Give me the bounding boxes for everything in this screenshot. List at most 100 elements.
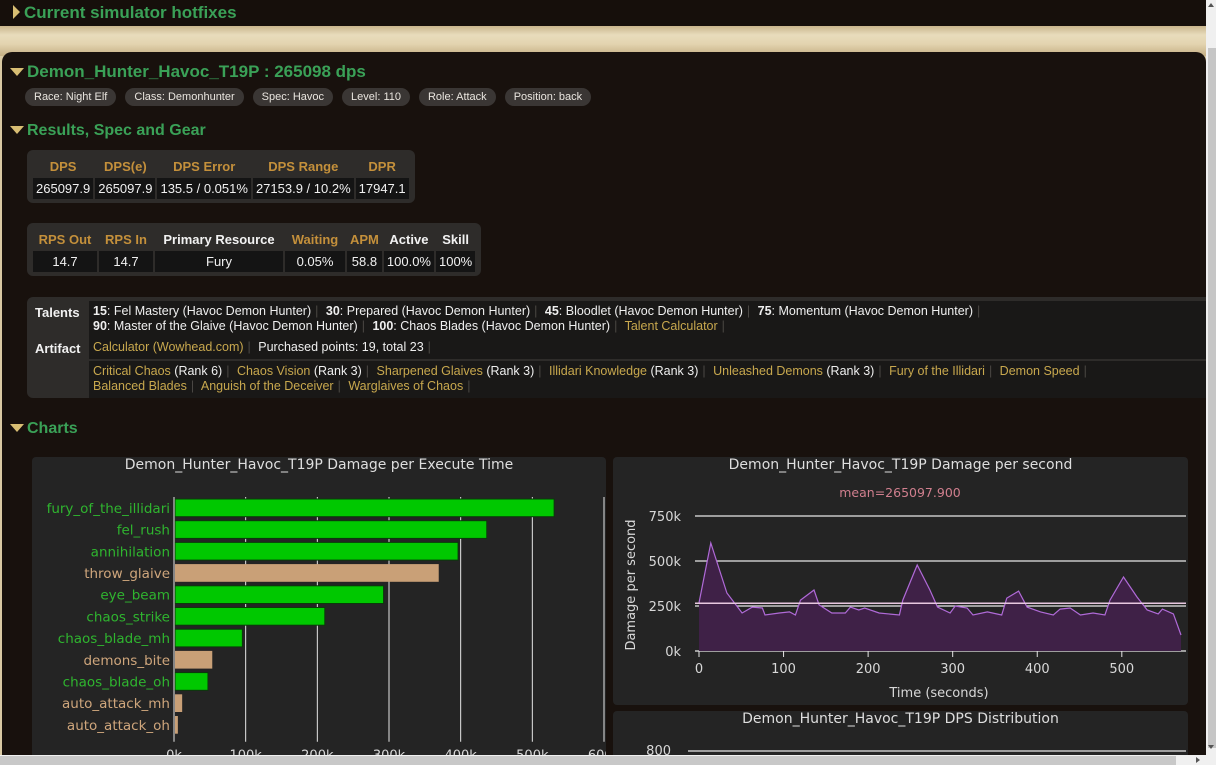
dps-distribution-panel: Demon_Hunter_Havoc_T19P DPS Distribution… — [613, 711, 1188, 755]
value-dpr: 17947.1 — [355, 178, 409, 199]
talent-calculator-link[interactable]: Talent Calculator — [625, 319, 718, 333]
header-dps-error: DPS Error — [173, 159, 236, 174]
artifact-trait[interactable]: Chaos Vision (Rank 3) — [237, 364, 362, 378]
bar — [175, 694, 183, 712]
horizontal-scrollbar-thumb[interactable] — [0, 756, 1176, 765]
bar — [175, 564, 439, 582]
bar — [175, 716, 178, 734]
header-apm: APM — [350, 232, 379, 247]
results-title: Results, Spec and Gear — [27, 122, 206, 139]
bar — [174, 541, 459, 561]
talent-item: 30: Prepared (Havoc Demon Hunter) — [325, 304, 531, 318]
hotfixes-section: Current simulator hotfixes — [0, 0, 1206, 27]
value-skill: 100% — [435, 251, 476, 272]
charts-title: Charts — [27, 420, 78, 437]
results-toggle[interactable]: Results, Spec and Gear — [10, 122, 206, 140]
artifact-trait[interactable]: Unleashed Demons (Rank 3) — [713, 364, 874, 378]
vertical-scrollbar-thumb[interactable] — [1208, 48, 1216, 748]
value-active: 100.0% — [383, 251, 434, 272]
value-dpse: 265097.9 — [95, 178, 156, 199]
y-tick-label: 0k — [665, 645, 681, 660]
player-toggle[interactable]: Demon_Hunter_Havoc_T19P : 265098 dps — [10, 62, 366, 82]
expand-arrow-icon — [13, 5, 20, 20]
collapse-arrow-icon — [10, 67, 24, 76]
y-tick-label: 750k — [649, 510, 682, 525]
header-dpse: DPS(e) — [104, 159, 147, 174]
badge-role: Role: Attack — [418, 88, 496, 106]
artifact-label: Artifact — [35, 341, 81, 356]
scroll-down-arrow-icon[interactable] — [1208, 745, 1214, 749]
bar — [174, 585, 385, 605]
header-waiting: Waiting — [291, 232, 339, 247]
value-dps-range: 27153.9 / 10.2% — [252, 178, 354, 199]
value-rps-in: 14.7 — [99, 251, 153, 272]
category-label: chaos_blade_oh — [63, 674, 170, 690]
dps-area — [699, 543, 1181, 651]
artifact-purchased-points: Purchased points: 19, total 23 — [258, 340, 424, 354]
x-axis-label: Time (seconds) — [888, 686, 988, 701]
value-apm: 58.8 — [347, 251, 382, 272]
dpet-chart: 0k100k200k300k400k500k600kfury_of_the_il… — [47, 497, 606, 755]
charts-toggle[interactable]: Charts — [10, 420, 78, 438]
value-waiting: 0.05% — [285, 251, 345, 272]
bar — [174, 628, 243, 648]
category-label: auto_attack_mh — [62, 696, 170, 712]
category-label: fury_of_the_illidari — [47, 501, 170, 517]
artifact-trait[interactable]: Demon Speed — [1000, 364, 1080, 378]
header-active: Active — [389, 232, 429, 247]
category-label: throw_glaive — [84, 566, 170, 582]
header-rps-out: RPS Out — [38, 232, 92, 247]
artifact-trait[interactable]: Fury of the Illidari — [889, 364, 985, 378]
x-tick-label: 0 — [695, 662, 703, 677]
scroll-up-arrow-icon[interactable] — [1208, 3, 1214, 7]
badge-position: Position: back — [504, 88, 592, 106]
dps-distribution-chart: 800 — [646, 744, 1186, 755]
category-label: chaos_strike — [86, 609, 170, 625]
artifact-trait[interactable]: Warglaives of Chaos — [348, 379, 463, 393]
talent-item: 75: Momentum (Havoc Demon Hunter) — [757, 304, 973, 318]
artifact-trait[interactable]: Anguish of the Deceiver — [201, 379, 334, 393]
collapse-arrow-icon — [10, 423, 24, 432]
category-label: auto_attack_oh — [67, 718, 170, 734]
talents-label: Talents — [35, 305, 80, 320]
category-label: demons_bite — [83, 653, 170, 669]
talent-item: 90: Master of the Glaive (Havoc Demon Hu… — [93, 319, 358, 333]
dps-chart-panel: Demon_Hunter_Havoc_T19P Damage per secon… — [613, 457, 1188, 705]
badge-level: Level: 110 — [342, 88, 410, 106]
header-skill: Skill — [442, 232, 469, 247]
vertical-scrollbar[interactable] — [1206, 0, 1216, 755]
x-tick-label: 400 — [1025, 662, 1050, 677]
artifact-trait[interactable]: Illidari Knowledge (Rank 3) — [549, 364, 698, 378]
hotfixes-toggle[interactable]: Current simulator hotfixes — [13, 3, 237, 23]
category-label: chaos_blade_mh — [58, 631, 170, 647]
x-tick-label: 300 — [940, 662, 965, 677]
x-tick-label: 100 — [771, 662, 796, 677]
header-dps-range: DPS Range — [268, 159, 339, 174]
bar — [175, 650, 213, 669]
artifact-trait[interactable]: Sharpened Glaives (Rank 3) — [377, 364, 535, 378]
value-dps: 265097.9 — [33, 178, 94, 199]
header-rps-in: RPS In — [105, 232, 147, 247]
artifact-trait[interactable]: Critical Chaos (Rank 6) — [93, 364, 222, 378]
talent-item: 100: Chaos Blades (Havoc Demon Hunter) — [372, 319, 611, 333]
artifact-calculator-link[interactable]: Calculator (Wowhead.com) — [93, 340, 244, 354]
player-title: Demon_Hunter_Havoc_T19P : 265098 dps — [27, 62, 366, 81]
badge-race: Race: Night Elf — [25, 88, 117, 106]
bar — [174, 672, 209, 691]
value-rps-out: 14.7 — [33, 251, 97, 272]
y-tick-label: 800 — [646, 744, 671, 755]
dps-stats-box: DPS DPS(e) DPS Error DPS Range DPR 26509… — [27, 150, 415, 203]
mean-label: mean=265097.900 — [839, 485, 961, 500]
badge-spec: Spec: Havoc — [252, 88, 334, 106]
bar — [174, 520, 488, 539]
dpet-chart-panel: Demon_Hunter_Havoc_T19P Damage per Execu… — [32, 457, 606, 755]
collapse-arrow-icon — [10, 125, 24, 134]
artifact-summary: Calculator (Wowhead.com) | Purchased poin… — [89, 337, 1206, 359]
artifact-traits: Critical Chaos (Rank 6) | Chaos Vision (R… — [89, 361, 1206, 398]
header-dps: DPS — [49, 159, 77, 174]
header-dpr: DPR — [368, 159, 396, 174]
artifact-trait[interactable]: Balanced Blades — [93, 379, 187, 393]
scroll-right-arrow-icon[interactable] — [1196, 757, 1200, 763]
dps-table: DPS DPS(e) DPS Error DPS Range DPR 26509… — [31, 154, 411, 199]
horizontal-scrollbar[interactable] — [0, 755, 1216, 765]
